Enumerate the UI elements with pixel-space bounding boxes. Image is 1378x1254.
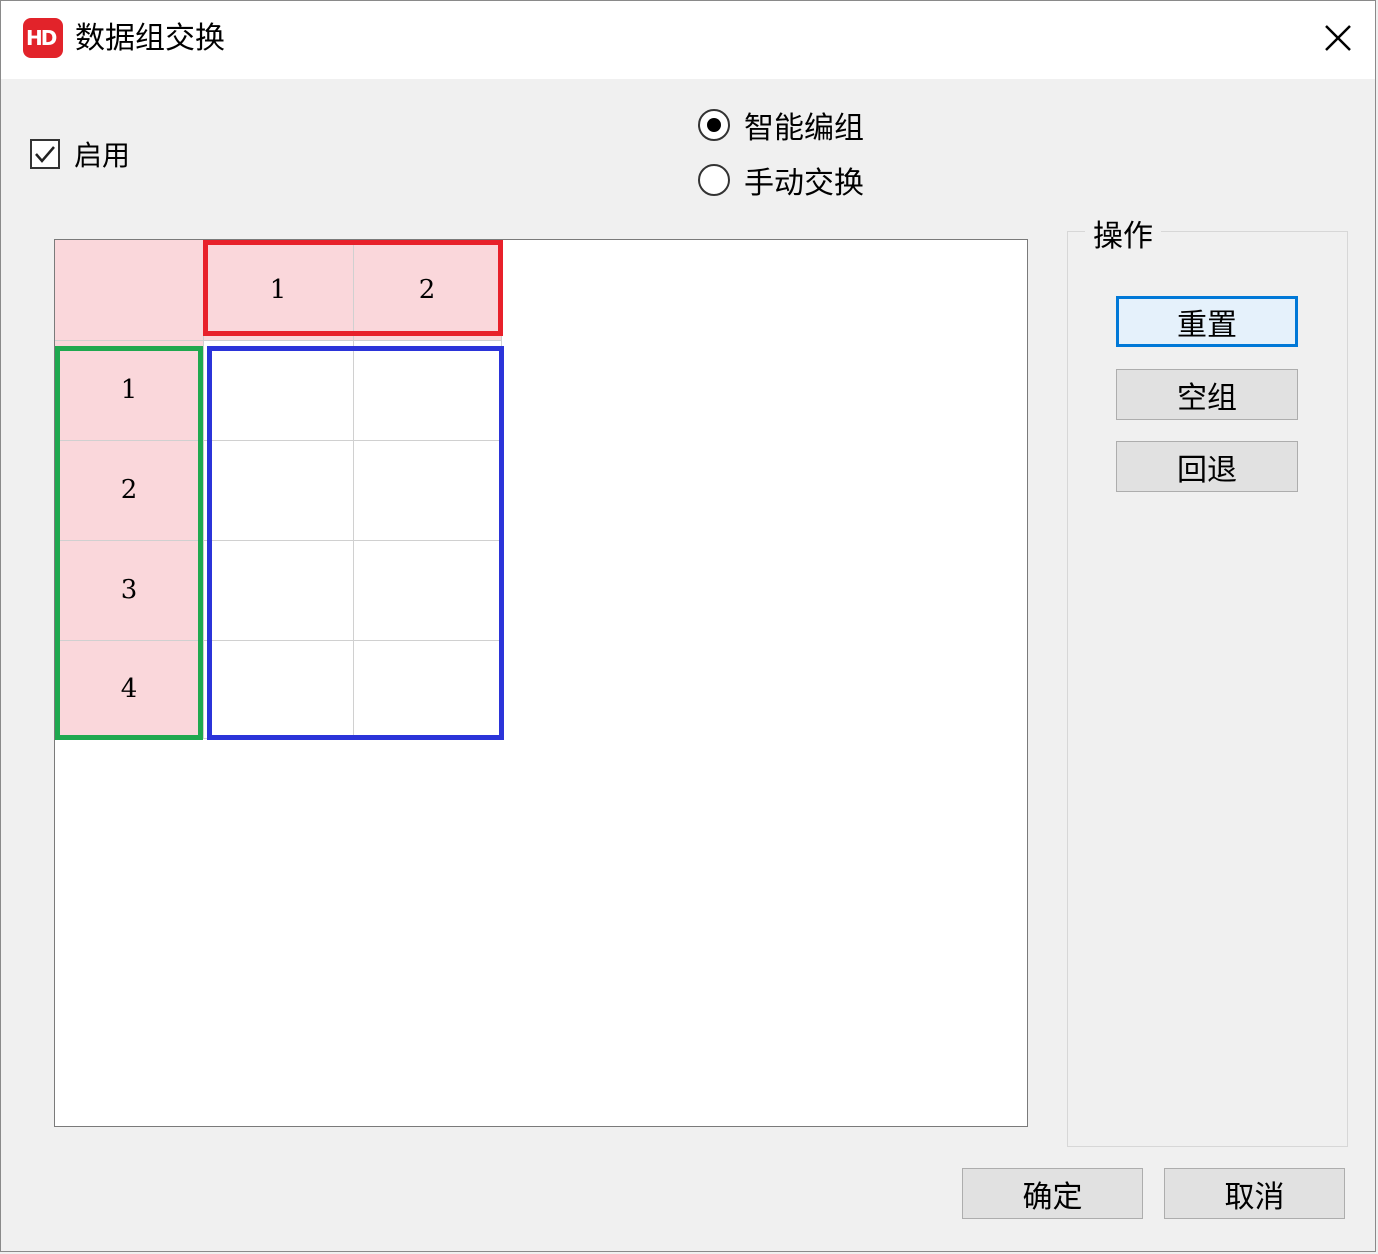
cancel-button[interactable]: 取消 xyxy=(1164,1168,1345,1219)
row-header[interactable]: 3 xyxy=(55,540,203,640)
row-header[interactable]: 1 xyxy=(55,340,203,440)
title-bar: HD 数据组交换 xyxy=(1,1,1375,79)
grid-cell[interactable] xyxy=(203,440,353,540)
enable-label: 启用 xyxy=(74,139,131,172)
radio-dot xyxy=(707,118,721,132)
grid-cell[interactable] xyxy=(203,340,353,440)
grid-line xyxy=(501,240,502,738)
row-header[interactable]: 4 xyxy=(55,640,203,738)
radio-smart-group-label: 智能编组 xyxy=(744,111,864,146)
column-header[interactable]: 2 xyxy=(353,240,501,340)
radio-smart-group[interactable]: 智能编组 xyxy=(698,105,864,146)
checkbox-box[interactable] xyxy=(30,139,60,169)
enable-checkbox[interactable]: 启用 xyxy=(30,134,130,174)
swap-grid: 1 2 1 2 3 4 xyxy=(54,239,1028,1127)
grid-line xyxy=(203,240,204,738)
grid-line xyxy=(55,440,501,441)
column-header[interactable]: 1 xyxy=(203,240,353,340)
ok-button[interactable]: 确定 xyxy=(962,1168,1143,1219)
grid-line xyxy=(55,738,501,739)
close-icon xyxy=(1325,25,1351,51)
radio-button-selected[interactable] xyxy=(698,109,730,141)
radio-button[interactable] xyxy=(698,164,730,196)
radio-manual-swap-label: 手动交换 xyxy=(744,166,864,201)
empty-group-button[interactable]: 空组 xyxy=(1116,369,1298,420)
grid-line xyxy=(55,540,501,541)
row-header[interactable]: 2 xyxy=(55,440,203,540)
operations-legend: 操作 xyxy=(1085,211,1161,255)
check-icon xyxy=(35,146,55,163)
grid-line xyxy=(55,640,501,641)
grid-cell[interactable] xyxy=(353,440,501,540)
grid-cell[interactable] xyxy=(353,540,501,640)
grid-cell[interactable] xyxy=(353,340,501,440)
window-title: 数据组交换 xyxy=(75,21,225,56)
app-logo-text: HD xyxy=(26,26,57,50)
grid-corner-cell xyxy=(55,240,203,340)
radio-manual-swap[interactable]: 手动交换 xyxy=(698,160,864,201)
grid-cell[interactable] xyxy=(353,640,501,738)
undo-button[interactable]: 回退 xyxy=(1116,441,1298,492)
grid-line xyxy=(55,340,501,341)
grid-cell[interactable] xyxy=(203,640,353,738)
dialog-window: HD 数据组交换 启用 智能编组 手动交换 1 2 1 2 3 4 操作 重置 … xyxy=(0,0,1376,1252)
close-button[interactable] xyxy=(1311,13,1365,63)
app-logo-icon: HD xyxy=(23,18,63,58)
grid-cell[interactable] xyxy=(203,540,353,640)
reset-button[interactable]: 重置 xyxy=(1116,296,1298,347)
grid-line xyxy=(353,240,354,738)
